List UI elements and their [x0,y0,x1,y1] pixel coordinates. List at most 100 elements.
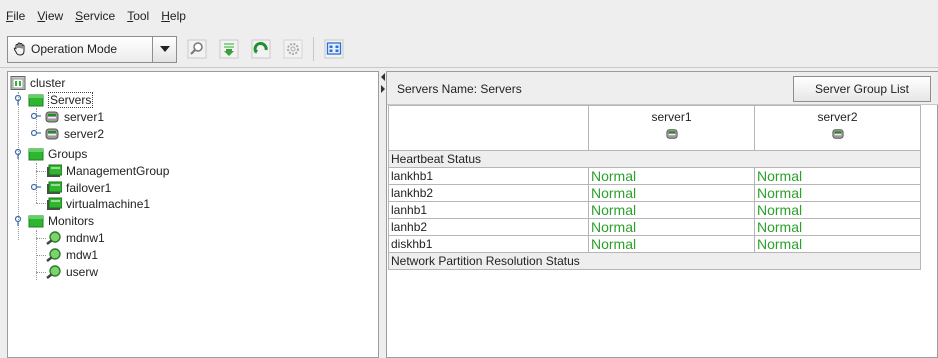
row-label: lankhb1 [388,167,589,185]
expand-toggle-icon[interactable] [13,216,23,226]
settings-icon[interactable] [281,37,305,61]
monitor-icon [46,248,61,262]
tree-item-mdnw1[interactable]: mdnw1 [46,230,105,246]
tree-item-server1[interactable]: server1 [44,109,104,125]
server-status-panel: Servers Name: Servers Server Group List … [386,71,938,358]
download-icon[interactable] [217,37,241,61]
row-label: lanhb1 [388,201,589,219]
collapse-right-icon [381,85,385,93]
status-cell: Normal [588,167,755,185]
expand-toggle-icon[interactable] [31,128,41,138]
tree-line [36,272,46,273]
tree-item-monitors[interactable]: Monitors [28,213,94,229]
menu-view[interactable]: View [37,9,63,23]
tree-line [36,171,46,172]
status-cell: Normal [754,184,921,202]
collapse-left-icon [381,73,385,81]
group-icon [47,164,62,177]
status-cell: Normal [754,201,921,219]
server-icon [665,129,678,139]
toolbar: Operation Mode [0,31,938,68]
monitor-icon [46,231,61,245]
table-row: lankhb2 Normal Normal [388,184,921,202]
tree-label: mdw1 [66,248,99,262]
tree-item-managementgroup[interactable]: ManagementGroup [46,163,169,179]
tree-item-mdw1[interactable]: mdw1 [46,247,98,263]
status-cell: Normal [588,235,755,253]
expand-toggle-icon[interactable] [31,182,41,192]
integrated-manager-icon[interactable] [322,37,346,61]
section-row: Network Partition Resolution Status [388,252,921,270]
tree-item-groups[interactable]: Groups [28,146,87,162]
tree-item-userw[interactable]: userw [46,264,98,280]
tree-label: userw [66,265,99,279]
tree-item-servers[interactable]: Servers [28,92,94,108]
tree-line [36,203,46,204]
group-icon [47,181,62,194]
column-header-label: server2 [817,110,858,124]
table-row: lanhb2 Normal Normal [388,218,921,236]
status-cell: Normal [588,184,755,202]
tree-item-cluster[interactable]: cluster [10,75,65,91]
tree-item-failover1[interactable]: failover1 [46,180,111,196]
table-row: lanhb1 Normal Normal [388,201,921,219]
section-network-partition: Network Partition Resolution Status [388,252,921,270]
hand-icon [13,42,25,56]
expand-toggle-icon[interactable] [13,149,23,159]
toolbar-separator [313,37,314,61]
tree-label: Groups [48,147,88,161]
tree-label: mdnw1 [66,231,105,245]
mode-dropdown[interactable]: Operation Mode [7,35,177,63]
menu-service[interactable]: Service [75,9,115,23]
tree-item-server2[interactable]: server2 [44,126,104,142]
tree-line [36,238,46,239]
find-icon[interactable] [185,37,209,61]
row-label: diskhb1 [388,235,589,253]
column-header-server2: server2 [754,105,921,151]
folder-icon [28,148,44,161]
menu-help[interactable]: Help [161,9,186,23]
tree-label: cluster [30,76,66,90]
tree-line [36,255,46,256]
status-cell: Normal [754,235,921,253]
status-cell: Normal [588,201,755,219]
chevron-down-icon[interactable] [152,36,176,62]
tree-item-virtualmachine1[interactable]: virtualmachine1 [46,196,150,212]
menu-bar: File View Service Tool Help [0,0,938,31]
refresh-icon[interactable] [249,37,273,61]
group-icon [47,197,62,210]
server-icon [45,128,59,140]
tree-label: ManagementGroup [66,164,170,178]
table-row: lankhb1 Normal Normal [388,167,921,185]
menu-file[interactable]: File [6,9,25,23]
tree-label: Servers [48,92,94,108]
table-header-row: server1 server2 [388,105,921,151]
tree-label: virtualmachine1 [66,197,151,211]
monitor-icon [46,265,61,279]
tree-label: Monitors [48,214,95,228]
header-empty-cell [388,105,589,151]
cluster-icon [10,76,26,90]
status-cell: Normal [754,167,921,185]
server-icon [45,111,59,123]
server-group-list-button[interactable]: Server Group List [793,76,931,102]
section-heartbeat: Heartbeat Status [388,150,921,168]
tree-label: failover1 [66,181,112,195]
tree-label: server1 [64,110,105,124]
row-label: lankhb2 [388,184,589,202]
mode-label: Operation Mode [31,42,118,56]
servers-name-label: Servers Name: Servers [397,82,522,96]
menu-tool[interactable]: Tool [127,9,149,23]
heartbeat-status-table: server1 server2 Heartbeat Status lankhb1… [388,105,921,270]
section-row: Heartbeat Status [388,150,921,168]
mode-dropdown-value[interactable]: Operation Mode [8,36,152,62]
folder-icon [28,215,44,228]
expand-toggle-icon[interactable] [31,111,41,121]
status-cell: Normal [588,218,755,236]
row-label: lanhb2 [388,218,589,236]
server-icon [831,129,844,139]
expand-toggle-icon[interactable] [13,95,23,105]
cluster-tree[interactable]: cluster Servers server1 server2 Groups M… [7,71,379,358]
column-header-label: server1 [651,110,692,124]
folder-icon [28,94,44,107]
